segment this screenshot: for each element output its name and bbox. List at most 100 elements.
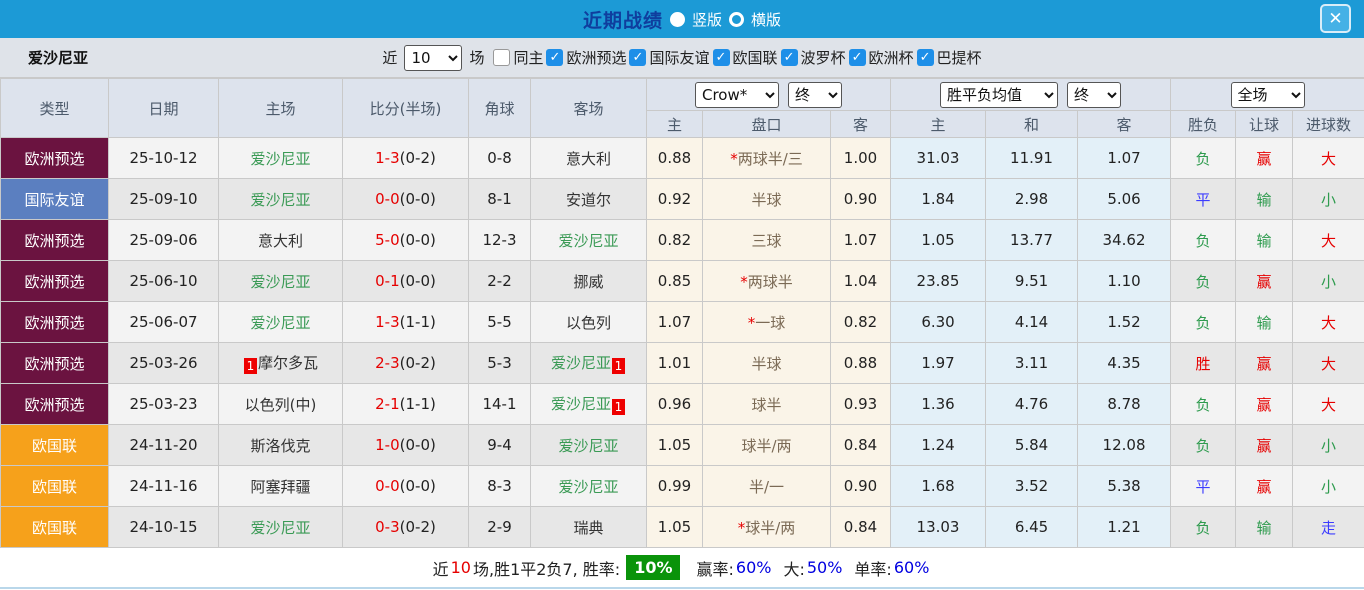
league-checkbox-5[interactable]: ✓: [917, 49, 934, 66]
team-name: 爱沙尼亚: [558, 232, 618, 250]
match-type: 欧洲预选: [1, 384, 109, 425]
league-checkbox-3[interactable]: ✓: [781, 49, 798, 66]
avg-away-odds: 1.52: [1078, 302, 1171, 343]
recent-count-select[interactable]: 10: [404, 45, 462, 71]
handicap-line: 球半/两: [703, 425, 831, 466]
goals-result: 小: [1293, 466, 1364, 507]
home-team: 爱沙尼亚: [219, 138, 343, 179]
handicap-result: 赢: [1236, 343, 1293, 384]
avg-away-odds: 1.21: [1078, 507, 1171, 548]
team-name: 爱沙尼亚: [250, 519, 310, 537]
match-date: 25-03-23: [109, 384, 219, 425]
avg-draw-odds: 2.98: [986, 179, 1078, 220]
league-checkbox-4[interactable]: ✓: [849, 49, 866, 66]
match-score: 2-3(0-2): [343, 343, 469, 384]
goals-result: 大: [1293, 343, 1364, 384]
match-result: 负: [1171, 425, 1236, 466]
team-name: 爱沙尼亚: [250, 191, 310, 209]
goals-result: 大: [1293, 302, 1364, 343]
odds-home: 1.05: [647, 507, 703, 548]
team-name: 摩尔多瓦: [258, 354, 318, 372]
team-name: 以色列: [566, 314, 611, 332]
odds-home: 0.92: [647, 179, 703, 220]
col-header-avg-draw: 和: [986, 111, 1078, 138]
close-icon[interactable]: ✕: [1320, 4, 1351, 33]
odds-away: 0.82: [831, 302, 891, 343]
team-name: 意大利: [258, 232, 303, 250]
avg-draw-odds: 3.52: [986, 466, 1078, 507]
league-checkbox-0[interactable]: ✓: [546, 49, 563, 66]
avg-away-odds: 4.35: [1078, 343, 1171, 384]
corner-count: 2-9: [469, 507, 531, 548]
horizontal-layout-label[interactable]: 横版: [751, 9, 781, 30]
team-name: 以色列(中): [245, 396, 317, 414]
match-type: 欧洲预选: [1, 138, 109, 179]
single-rate-label: 单率:: [854, 556, 891, 580]
odds-state-select[interactable]: 终: [788, 82, 842, 108]
team-name: 爱沙尼亚: [250, 273, 310, 291]
handicap-line: 半球: [703, 179, 831, 220]
goals-result: 小: [1293, 261, 1364, 302]
title-bar: 近期战绩 竖版 横版 ✕: [0, 0, 1364, 38]
match-date: 25-06-10: [109, 261, 219, 302]
league-checkbox-1[interactable]: ✓: [629, 49, 646, 66]
avg-draw-odds: 5.84: [986, 425, 1078, 466]
match-type: 欧国联: [1, 507, 109, 548]
avg-odds-select[interactable]: 胜平负均值: [940, 82, 1058, 108]
team-name: 爱沙尼亚: [558, 478, 618, 496]
away-team: 以色列: [531, 302, 647, 343]
match-type: 欧洲预选: [1, 343, 109, 384]
league-checkbox-2[interactable]: ✓: [713, 49, 730, 66]
col-header-home: 主场: [219, 79, 343, 138]
horizontal-layout-radio[interactable]: [729, 12, 744, 27]
odds-away: 0.88: [831, 343, 891, 384]
same-home-checkbox[interactable]: [493, 49, 510, 66]
team-name: 爱沙尼亚: [250, 150, 310, 168]
col-header-goals: 进球数: [1293, 111, 1364, 138]
league-label-3: 波罗杯: [801, 47, 846, 68]
league-label-4: 欧洲杯: [869, 47, 914, 68]
away-team: 瑞典: [531, 507, 647, 548]
goals-result: 大: [1293, 220, 1364, 261]
recent-label: 近: [382, 47, 397, 68]
col-header-avg-home: 主: [891, 111, 986, 138]
same-home-label: 同主: [513, 47, 543, 68]
odds-home: 0.99: [647, 466, 703, 507]
handicap-line: *一球: [703, 302, 831, 343]
avg-state-select[interactable]: 终: [1067, 82, 1121, 108]
handicap-result: 输: [1236, 302, 1293, 343]
match-row: 欧洲预选25-06-10爱沙尼亚0-1(0-0)2-2挪威0.85*两球半1.0…: [1, 261, 1364, 302]
corner-count: 2-2: [469, 261, 531, 302]
vertical-layout-label[interactable]: 竖版: [692, 9, 722, 30]
vertical-layout-radio[interactable]: [670, 12, 685, 27]
red-card-badge: 1: [244, 358, 257, 374]
team-name: 阿塞拜疆: [250, 478, 310, 496]
page-title: 近期战绩: [583, 6, 663, 33]
home-team: 爱沙尼亚: [219, 507, 343, 548]
col-header-result: 胜负: [1171, 111, 1236, 138]
bookmaker-select[interactable]: Crow*: [695, 82, 779, 108]
match-date: 24-11-16: [109, 466, 219, 507]
avg-home-odds: 1.84: [891, 179, 986, 220]
match-score: 1-3(0-2): [343, 138, 469, 179]
odds-home: 0.82: [647, 220, 703, 261]
avg-away-odds: 34.62: [1078, 220, 1171, 261]
handicap-line: 球半: [703, 384, 831, 425]
match-score: 0-0(0-0): [343, 466, 469, 507]
away-team: 爱沙尼亚: [531, 466, 647, 507]
match-date: 24-10-15: [109, 507, 219, 548]
match-result: 负: [1171, 220, 1236, 261]
avg-away-odds: 1.10: [1078, 261, 1171, 302]
scope-select[interactable]: 全场: [1231, 82, 1305, 108]
team-name: 意大利: [566, 150, 611, 168]
avg-draw-odds: 4.76: [986, 384, 1078, 425]
avg-home-odds: 31.03: [891, 138, 986, 179]
col-header-date: 日期: [109, 79, 219, 138]
team-name: 爱沙尼亚: [551, 395, 611, 413]
avg-home-odds: 1.24: [891, 425, 986, 466]
match-result: 负: [1171, 261, 1236, 302]
handicap-line: 半球: [703, 343, 831, 384]
match-date: 25-06-07: [109, 302, 219, 343]
match-type: 欧国联: [1, 466, 109, 507]
summary-count: 10: [451, 558, 471, 577]
